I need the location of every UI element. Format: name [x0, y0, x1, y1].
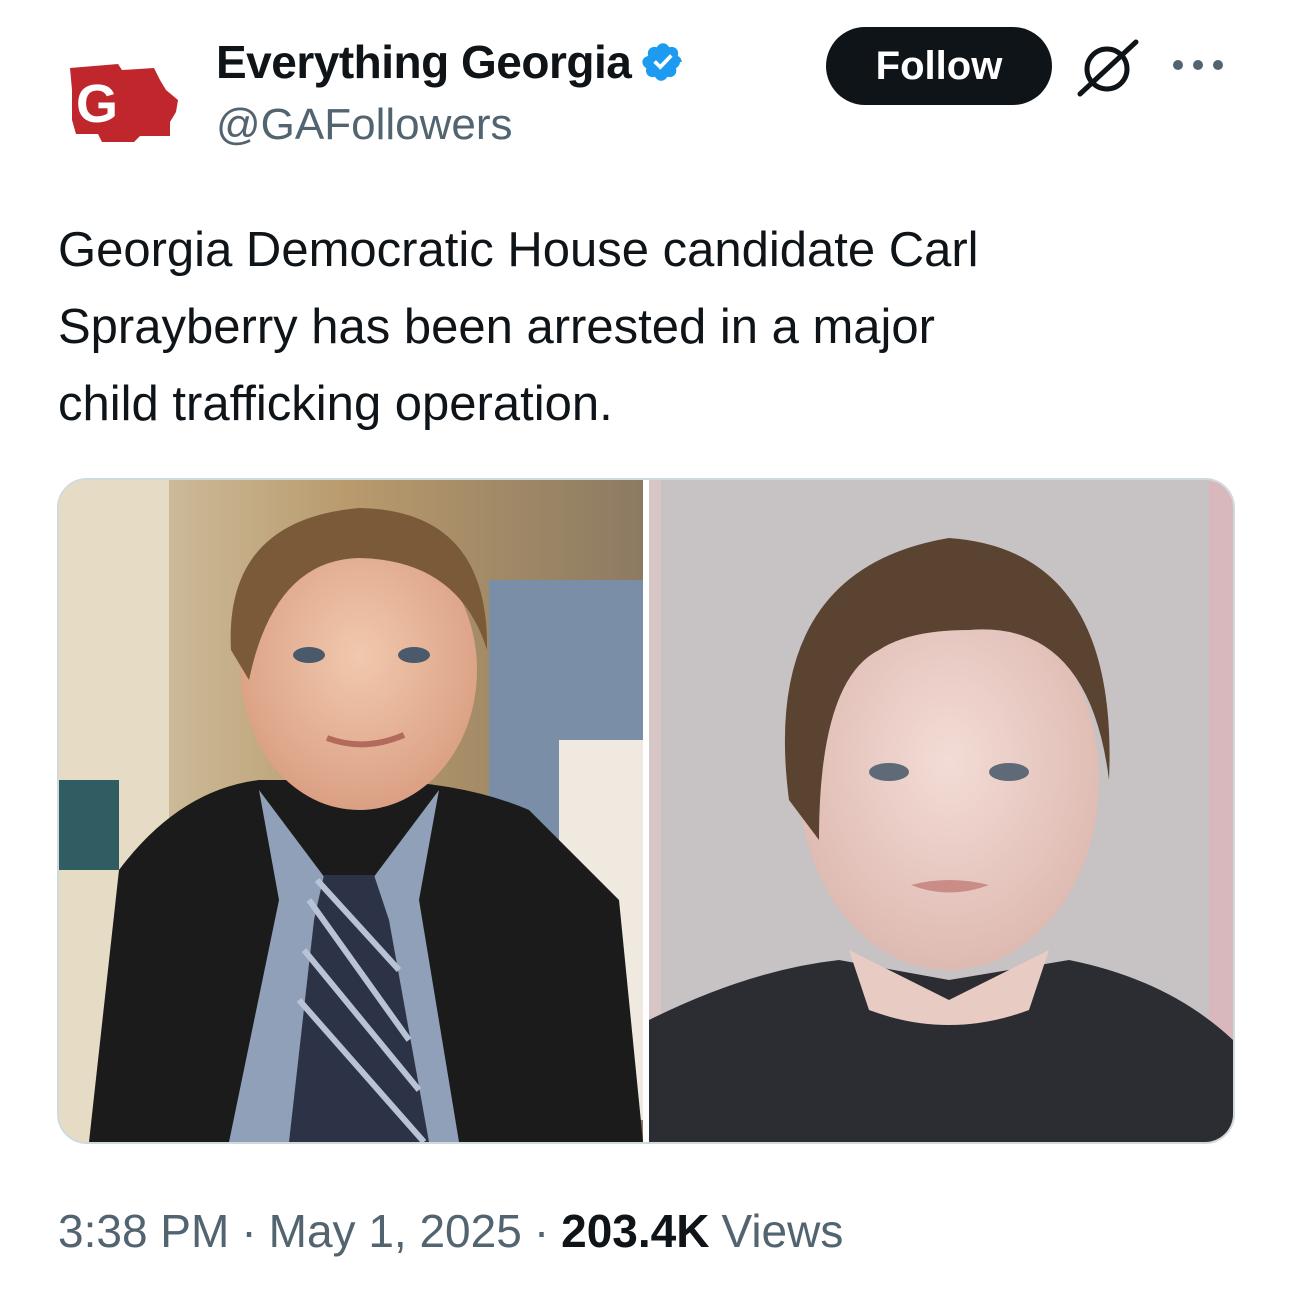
- tweet-header: G Everything Georgia @GAFollowers Follow: [0, 0, 1289, 170]
- tweet-date[interactable]: May 1, 2025: [269, 1204, 522, 1258]
- display-name[interactable]: Everything Georgia: [216, 35, 632, 89]
- georgia-map-logo-icon: G: [70, 64, 178, 142]
- meta-separator: ·: [533, 1205, 550, 1257]
- photo-suit-portrait[interactable]: [59, 480, 643, 1142]
- account-handle[interactable]: @GAFollowers: [216, 100, 513, 150]
- views-label: Views: [721, 1205, 844, 1257]
- tweet-time[interactable]: 3:38 PM: [58, 1204, 229, 1258]
- portrait-illustration: [59, 480, 643, 1142]
- mugshot-illustration: [649, 480, 1233, 1142]
- meta-separator: ·: [241, 1205, 257, 1257]
- views-count: 203.4K: [561, 1205, 710, 1257]
- follow-button[interactable]: Follow: [826, 27, 1052, 105]
- grok-icon[interactable]: [1074, 36, 1144, 98]
- more-options-icon[interactable]: [1168, 50, 1228, 80]
- logo-letter: G: [76, 74, 118, 134]
- name-row: Everything Georgia: [216, 30, 685, 94]
- photo-mugshot[interactable]: [649, 480, 1233, 1142]
- media-grid[interactable]: [57, 478, 1235, 1144]
- verified-badge-icon: [642, 43, 683, 81]
- tweet-text: Georgia Democratic House candidate Carl …: [58, 223, 979, 431]
- tweet-meta: 3:38 PM · May 1, 2025 · 203.4K Views: [58, 1196, 843, 1266]
- avatar[interactable]: G: [62, 50, 180, 150]
